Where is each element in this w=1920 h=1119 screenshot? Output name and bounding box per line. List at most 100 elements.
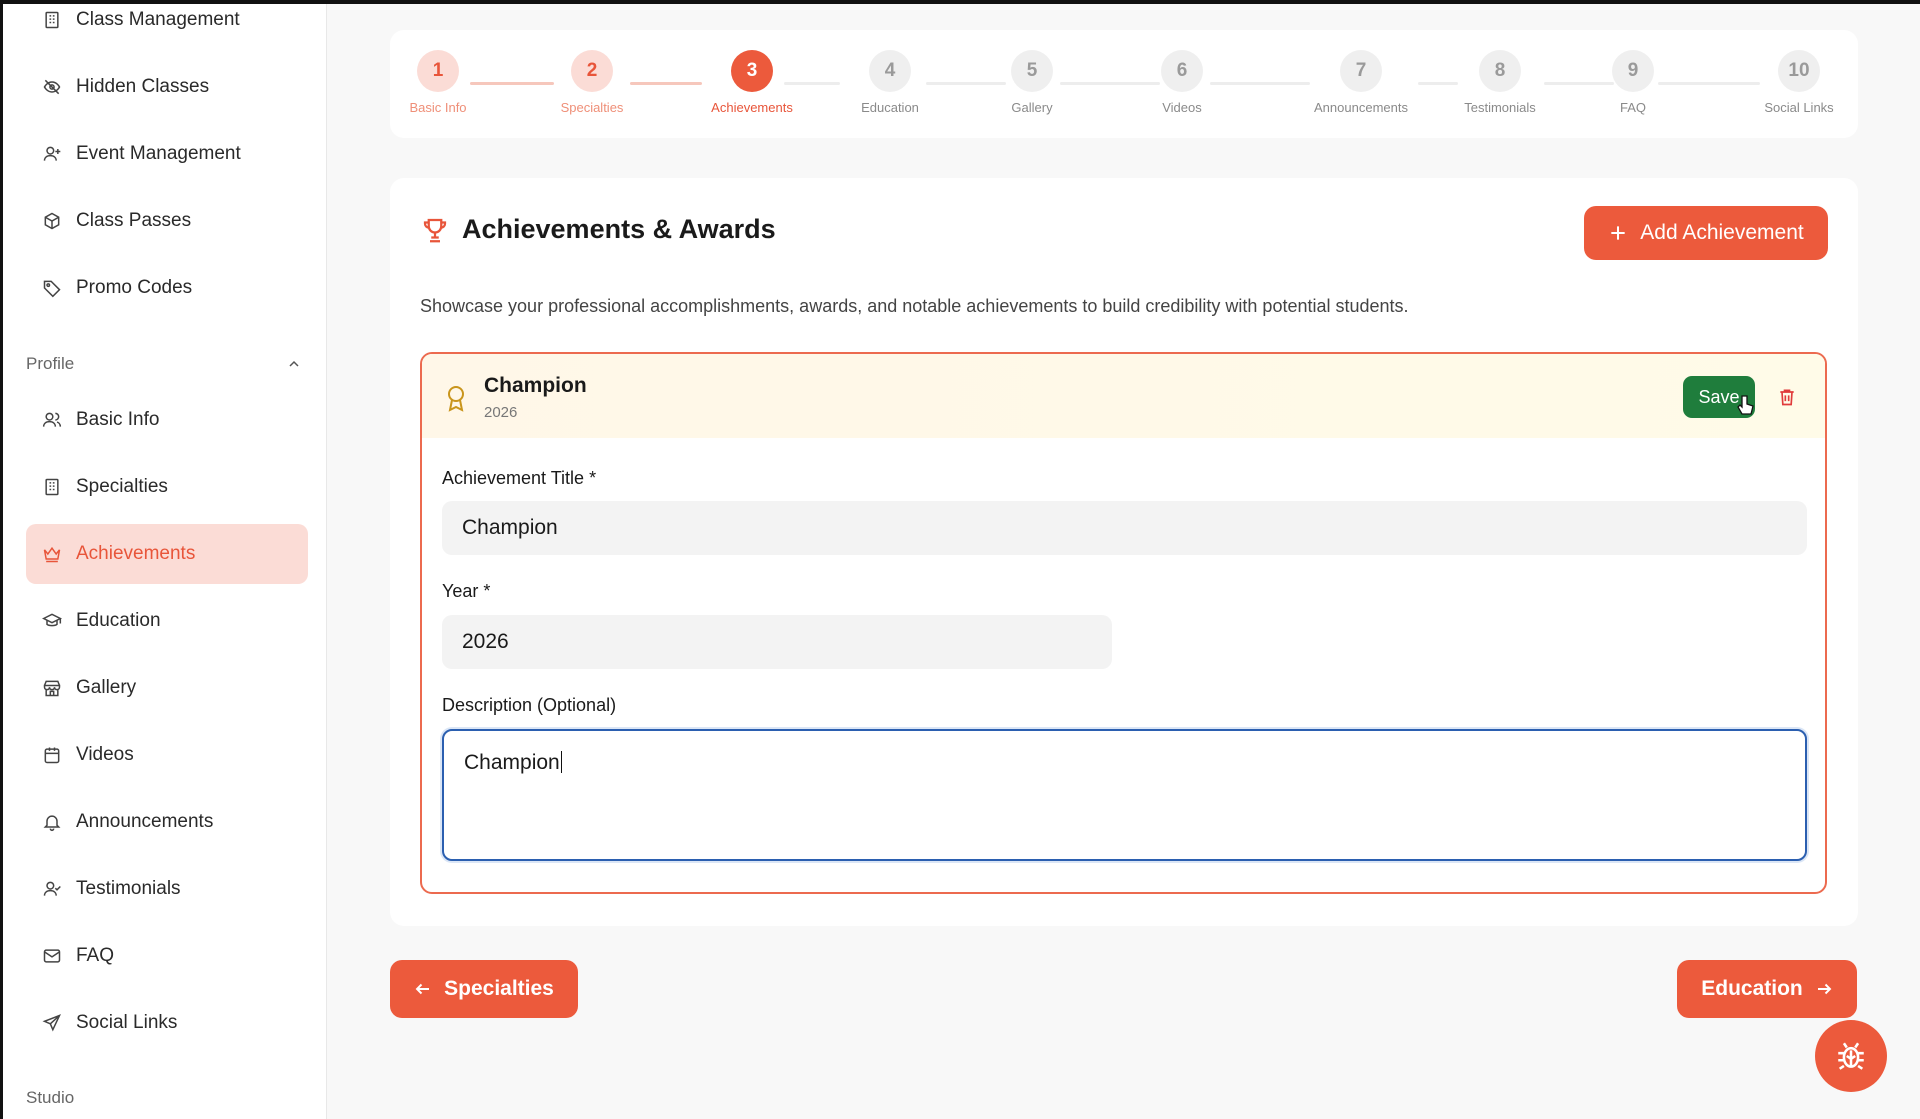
sidebar-item-label: Class Passes [76, 210, 192, 231]
step-number: 1 [417, 50, 459, 92]
send-icon [42, 1014, 61, 1032]
step-faq[interactable]: 9 FAQ [1573, 50, 1693, 115]
sidebar-item-class-management[interactable]: Class Management [26, 4, 308, 50]
card-title-text: Achievements & Awards [462, 214, 776, 244]
step-education[interactable]: 4 Education [830, 50, 950, 115]
bug-report-button[interactable] [1815, 1020, 1887, 1092]
year-input[interactable]: 2026 [442, 615, 1112, 669]
add-achievement-button[interactable]: Add Achievement [1584, 206, 1828, 260]
step-social-links[interactable]: 10 Social Links [1739, 50, 1859, 115]
user-plus-icon [43, 146, 61, 161]
step-achievements[interactable]: 3 Achievements [692, 50, 812, 115]
sidebar-item-label: Education [76, 610, 161, 631]
step-label: Videos [1162, 100, 1202, 115]
sidebar-item-label: Testimonials [76, 878, 181, 899]
store-icon [43, 680, 61, 697]
sidebar-item-faq[interactable]: FAQ [26, 926, 308, 986]
sidebar-item-promo-codes[interactable]: Promo Codes [26, 258, 308, 318]
sidebar-item-label: Social Links [76, 1012, 178, 1033]
arrow-right-icon [1817, 983, 1832, 995]
text-caret [560, 751, 563, 773]
step-number: 7 [1340, 50, 1382, 92]
sidebar-item-gallery[interactable]: Gallery [26, 658, 308, 718]
next-step-button[interactable]: Education [1677, 960, 1857, 1018]
building-icon [45, 478, 59, 496]
step-videos[interactable]: 6 Videos [1122, 50, 1242, 115]
sidebar-item-social-links[interactable]: Social Links [26, 993, 308, 1053]
sidebar-item-achievements[interactable]: Achievements [26, 524, 308, 584]
progress-stepper: 1 Basic Info 2 Specialties 3 Achievement… [390, 30, 1858, 138]
sidebar-item-label: Gallery [76, 677, 137, 698]
sidebar-item-label: Videos [76, 744, 134, 765]
trophy-icon [423, 218, 447, 242]
building-icon [45, 11, 59, 29]
sidebar-item-class-passes[interactable]: Class Passes [26, 191, 308, 251]
sidebar-item-label: Promo Codes [76, 277, 193, 298]
sidebar-item-announcements[interactable]: Announcements [26, 792, 308, 852]
section-label: Studio [26, 1088, 75, 1107]
sidebar-item-label: Achievements [76, 543, 196, 564]
award-icon [448, 386, 464, 412]
previous-step-label: Specialties [444, 977, 554, 1000]
step-label: Testimonials [1464, 100, 1536, 115]
achievement-name: Champion [484, 374, 587, 397]
sidebar-item-basic-info[interactable]: Basic Info [26, 390, 308, 450]
step-label: Social Links [1764, 100, 1834, 115]
trash-icon[interactable] [1777, 386, 1797, 408]
sidebar-item-hidden-classes[interactable]: Hidden Classes [26, 57, 308, 117]
tag-icon [43, 280, 61, 298]
step-gallery[interactable]: 5 Gallery [972, 50, 1092, 115]
year-label: Year * [442, 581, 491, 601]
sidebar-item-label: Event Management [76, 143, 241, 164]
achievement-header: Champion 2026 Save [422, 354, 1825, 438]
sidebar-item-label: Basic Info [76, 409, 160, 430]
mail-icon [43, 949, 61, 963]
achievement-title-input[interactable]: Champion [442, 501, 1807, 555]
description-label: Description (Optional) [442, 695, 617, 715]
studio-section-header[interactable]: Studio [26, 1088, 308, 1108]
step-label: Announcements [1314, 100, 1408, 115]
sidebar-item-label: Specialties [76, 476, 168, 497]
bell-icon [43, 815, 61, 832]
sidebar-item-label: Hidden Classes [76, 76, 210, 97]
eye-off-icon [43, 79, 61, 95]
step-announcements[interactable]: 7 Announcements [1301, 50, 1421, 115]
sidebar-item-testimonials[interactable]: Testimonials [26, 859, 308, 919]
graduation-cap-icon [42, 613, 62, 627]
step-number: 10 [1778, 50, 1820, 92]
sidebar-item-specialties[interactable]: Specialties [26, 457, 308, 517]
achievement-item: Champion 2026 Save Achievement Title * C… [420, 352, 1827, 894]
step-basic-info[interactable]: 1 Basic Info [378, 50, 498, 115]
step-number: 5 [1011, 50, 1053, 92]
sidebar-item-education[interactable]: Education [26, 591, 308, 651]
arrow-left-icon [415, 983, 430, 995]
sidebar: Class Management Hidden Classes Event Ma… [0, 4, 327, 1119]
description-value: Champion [464, 751, 560, 774]
profile-section-header[interactable]: Profile [26, 354, 308, 374]
next-step-label: Education [1701, 977, 1803, 1000]
step-label: Gallery [1011, 100, 1053, 115]
users-icon [42, 412, 62, 427]
sidebar-item-event-management[interactable]: Event Management [26, 124, 308, 184]
achievements-card: Achievements & Awards Add Achievement Sh… [390, 178, 1858, 926]
step-number: 4 [869, 50, 911, 92]
step-label: Achievements [711, 100, 793, 115]
pointer-cursor-icon [1737, 395, 1754, 415]
sidebar-item-videos[interactable]: Videos [26, 725, 308, 785]
achievement-year: 2026 [484, 404, 518, 421]
plus-icon [1611, 226, 1625, 240]
crown-icon [43, 546, 61, 563]
add-achievement-label: Add Achievement [1640, 221, 1804, 244]
step-number: 2 [571, 50, 613, 92]
description-textarea[interactable]: Champion [442, 729, 1807, 861]
step-label: Education [861, 100, 919, 115]
previous-step-button[interactable]: Specialties [390, 960, 578, 1018]
sidebar-item-label: Class Management [76, 9, 240, 30]
step-number: 9 [1612, 50, 1654, 92]
step-testimonials[interactable]: 8 Testimonials [1440, 50, 1560, 115]
sidebar-item-label: FAQ [76, 945, 115, 966]
calendar-icon [44, 747, 60, 764]
step-label: FAQ [1619, 100, 1646, 115]
card-description: Showcase your professional accomplishmen… [420, 296, 1409, 316]
step-specialties[interactable]: 2 Specialties [532, 50, 652, 115]
